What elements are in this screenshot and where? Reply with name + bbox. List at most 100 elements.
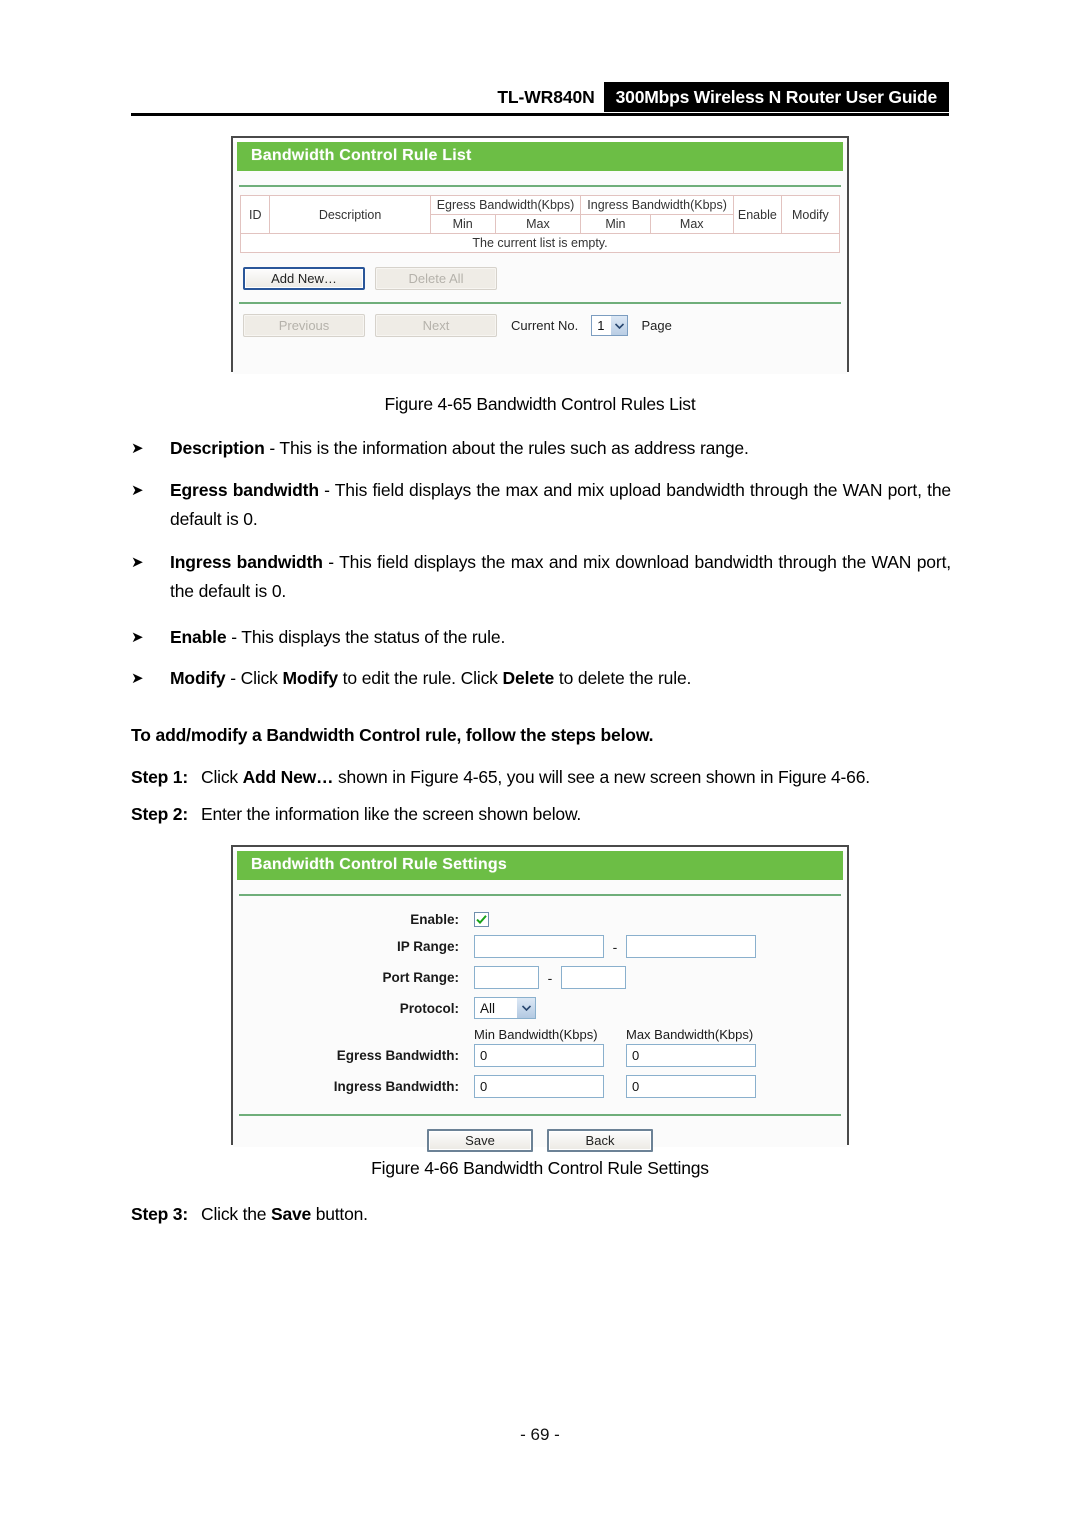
bullet-modify: ➤ Modify - Click Modify to edit the rule… <box>131 664 951 693</box>
form-row-ip-range: IP Range: - <box>233 935 847 958</box>
bullet-arrow-icon: ➤ <box>131 628 144 646</box>
step-3-label: Step 3: <box>131 1204 188 1224</box>
bullet-egress-term: Egress bandwidth <box>170 480 319 500</box>
enable-checkbox[interactable] <box>474 912 489 927</box>
column-header-ingress-min: Min <box>580 214 651 234</box>
column-header-egress-min: Min <box>429 214 496 234</box>
bullet-modify-term: Modify <box>170 668 226 688</box>
port-range-end-input[interactable] <box>561 966 626 989</box>
bullet-description-dash: - <box>264 438 280 458</box>
bullet-ingress-term: Ingress bandwidth <box>170 552 323 572</box>
page-number-footer: - 69 - <box>520 1425 560 1444</box>
rule-settings-panel-title: Bandwidth Control Rule Settings <box>237 851 843 880</box>
next-page-button[interactable]: Next <box>375 314 497 337</box>
bullet-modify-keyword-delete: Delete <box>502 668 555 688</box>
form-row-protocol: Protocol: All <box>233 997 847 1019</box>
rule-list-action-buttons: Add New… Delete All <box>233 253 847 302</box>
bullet-modify-body-part1: Click <box>240 668 283 688</box>
intro-paragraph-text: To add/modify a Bandwidth Control rule, … <box>131 725 654 745</box>
rule-list-panel-title: Bandwidth Control Rule List <box>237 142 843 171</box>
max-bandwidth-header: Max Bandwidth(Kbps) <box>626 1027 754 1042</box>
bullet-modify-body-part3: to delete the rule. <box>554 668 692 688</box>
bullet-arrow-icon: ➤ <box>131 553 144 571</box>
previous-page-button[interactable]: Previous <box>243 314 365 337</box>
bullet-arrow-icon: ➤ <box>131 439 144 457</box>
bullet-egress-dash: - <box>318 480 335 500</box>
table-header-row-primary: ID Description Egress Bandwidth(Kbps) In… <box>239 195 841 234</box>
egress-bandwidth-label: Egress Bandwidth: <box>336 1048 459 1063</box>
protocol-selected-value: All <box>480 1000 496 1016</box>
bandwidth-rules-table: ID Description Egress Bandwidth(Kbps) In… <box>239 195 841 253</box>
protocol-label: Protocol: <box>399 1000 459 1016</box>
port-range-start-input[interactable] <box>474 966 539 989</box>
bullet-arrow-icon: ➤ <box>131 481 144 499</box>
column-header-egress-bandwidth: Egress Bandwidth(Kbps) <box>429 195 582 215</box>
column-header-id: ID <box>239 195 271 234</box>
empty-list-message: The current list is empty. <box>240 233 840 253</box>
delete-all-button[interactable]: Delete All <box>375 267 497 290</box>
step-2-label: Step 2: <box>131 804 188 824</box>
bullet-egress-text: Egress bandwidth - This field displays t… <box>170 476 951 534</box>
form-row-enable: Enable: <box>233 912 847 927</box>
bullet-modify-keyword-modify: Modify <box>282 668 338 688</box>
column-header-modify: Modify <box>780 195 841 234</box>
egress-min-input[interactable]: 0 <box>474 1044 604 1067</box>
table-row: The current list is empty. <box>240 233 840 253</box>
ip-range-start-input[interactable] <box>474 935 604 958</box>
port-range-label: Port Range: <box>382 970 459 985</box>
step-3: Step 3: Click the Save button. <box>131 1200 951 1229</box>
chevron-down-icon <box>610 316 628 335</box>
column-header-ingress-max: Max <box>649 214 734 234</box>
bullet-enable-dash: - <box>226 627 242 647</box>
form-row-port-range: Port Range: - <box>233 966 847 989</box>
rule-list-pager: Previous Next Current No. 1 Page <box>233 304 847 346</box>
bullet-ingress-dash: - <box>322 552 340 572</box>
bullet-description: ➤ Description - This is the information … <box>131 434 951 463</box>
bullet-description-body: This is the information about the rules … <box>279 438 749 458</box>
bullet-enable-text: Enable - This displays the status of the… <box>170 623 951 652</box>
header-model-name: TL-WR840N <box>497 86 595 107</box>
form-row-egress-bandwidth: Egress Bandwidth: 0 0 <box>233 1044 847 1067</box>
step-1: Step 1: Click Add New… shown in Figure 4-… <box>131 763 951 792</box>
page-number-select[interactable]: 1 <box>591 315 629 336</box>
chevron-down-icon <box>517 998 535 1018</box>
bullet-enable: ➤ Enable - This displays the status of t… <box>131 623 951 652</box>
step-3-text: Click the Save button. <box>201 1204 368 1224</box>
rule-list-panel-body: Bandwidth Control Rule List ID Descripti… <box>233 142 847 374</box>
bullet-modify-dash: - <box>225 668 241 688</box>
step-3-keyword-save: Save <box>270 1204 312 1224</box>
bullet-enable-body: This displays the status of the rule. <box>241 627 506 647</box>
bandwidth-column-headers: Min Bandwidth(Kbps) Max Bandwidth(Kbps) <box>233 1027 847 1042</box>
rule-settings-bottom-separator <box>239 1114 841 1116</box>
pager-prefix-label: Current No. <box>511 318 579 333</box>
add-new-button[interactable]: Add New… <box>243 267 365 290</box>
column-header-ingress-bandwidth: Ingress Bandwidth(Kbps) <box>580 195 734 215</box>
port-range-separator: - <box>547 969 553 986</box>
bullet-arrow-icon: ➤ <box>131 669 144 687</box>
egress-max-input[interactable]: 0 <box>626 1044 756 1067</box>
rule-settings-panel-body: Bandwidth Control Rule Settings Enable: … <box>233 851 847 1152</box>
rule-settings-form: Enable: IP Range: - Port Range: - Protoc… <box>233 896 847 1164</box>
running-header: TL-WR840N 300Mbps Wireless N Router User… <box>131 82 949 112</box>
ip-range-end-input[interactable] <box>626 935 756 958</box>
column-header-description: Description <box>269 195 431 234</box>
back-button[interactable]: Back <box>547 1129 653 1152</box>
ingress-max-input[interactable]: 0 <box>626 1075 756 1098</box>
protocol-select[interactable]: All <box>474 997 536 1019</box>
ingress-bandwidth-label: Ingress Bandwidth: <box>333 1079 459 1094</box>
header-divider-rule <box>131 113 949 116</box>
rule-settings-footer: Save Back <box>233 1114 847 1164</box>
figure-4-65-caption: Figure 4-65 Bandwidth Control Rules List <box>384 394 696 414</box>
figure-bandwidth-control-rule-settings: Bandwidth Control Rule Settings Enable: … <box>231 845 849 1152</box>
bullet-description-text: Description - This is the information ab… <box>170 434 951 463</box>
ip-range-separator: - <box>612 938 618 955</box>
enable-label: Enable: <box>410 912 459 927</box>
step-1-text: Click Add New… shown in Figure 4-65, you… <box>201 767 870 787</box>
bullet-ingress-text: Ingress bandwidth - This field displays … <box>170 548 951 606</box>
bullet-description-term: Description <box>170 438 265 458</box>
ingress-min-input[interactable]: 0 <box>474 1075 604 1098</box>
step-1-keyword-add-new: Add New… <box>242 767 334 787</box>
bullet-egress-bandwidth: ➤ Egress bandwidth - This field displays… <box>131 476 951 534</box>
save-button[interactable]: Save <box>427 1129 533 1152</box>
check-icon <box>476 915 487 924</box>
